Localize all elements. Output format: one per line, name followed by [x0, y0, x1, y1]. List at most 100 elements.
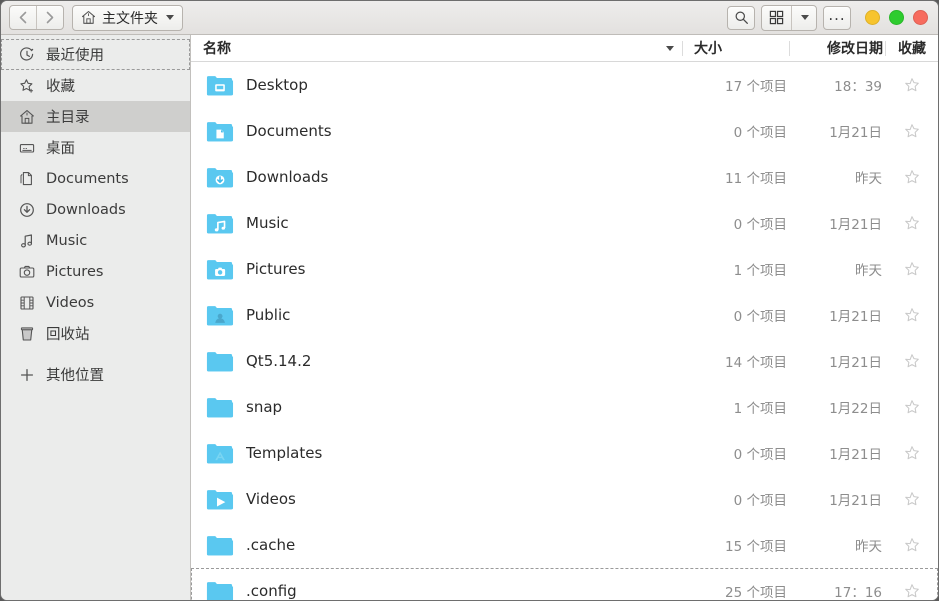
file-starred-cell[interactable]	[886, 77, 938, 93]
home-icon	[81, 10, 96, 24]
sidebar-item-starred[interactable]: 收藏	[1, 70, 190, 101]
grid-view-button[interactable]	[762, 6, 791, 30]
forward-button[interactable]	[36, 6, 63, 29]
file-modified-cell: 17：16	[834, 585, 882, 600]
sidebar-item-label: 桌面	[46, 141, 75, 157]
sidebar-item-label: 最近使用	[46, 48, 104, 64]
star-plus-icon	[18, 77, 35, 94]
sidebar-item-pictures[interactable]: Pictures	[1, 256, 190, 287]
file-starred-cell[interactable]	[886, 353, 938, 369]
folder-plain-icon	[206, 536, 234, 556]
sidebar-item-label: Music	[46, 232, 88, 249]
folder-plain-icon	[206, 398, 234, 418]
star-icon[interactable]	[904, 537, 920, 553]
file-name-cell: Public	[191, 303, 685, 327]
sidebar-item-other-locations[interactable]: 其他位置	[1, 359, 190, 390]
search-button[interactable]	[727, 5, 755, 30]
star-icon[interactable]	[904, 215, 920, 231]
sidebar: 最近使用 收藏 主目录 桌面 Documents Downloads Music…	[1, 35, 191, 600]
close-button[interactable]	[913, 10, 928, 25]
column-header-modified[interactable]: 修改日期	[790, 35, 885, 61]
table-row[interactable]: Videos 0 个项目 1月21日	[191, 476, 938, 522]
sidebar-item-trash[interactable]: 回收站	[1, 318, 190, 349]
sidebar-item-videos[interactable]: Videos	[1, 287, 190, 318]
file-size-cell: 0 个项目	[733, 447, 787, 463]
file-modified-cell: 1月21日	[829, 493, 882, 509]
maximize-button[interactable]	[889, 10, 904, 25]
sidebar-item-documents[interactable]: Documents	[1, 163, 190, 194]
back-button[interactable]	[10, 6, 36, 29]
table-row[interactable]: .cache 15 个项目 昨天	[191, 522, 938, 568]
view-options-dropdown-button[interactable]	[791, 5, 816, 30]
star-icon[interactable]	[904, 399, 920, 415]
file-size-cell: 14 个项目	[725, 355, 787, 371]
file-name-label: Documents	[246, 122, 332, 140]
file-starred-cell[interactable]	[886, 491, 938, 507]
folder-public-icon	[206, 306, 234, 326]
pictures-icon	[18, 263, 35, 280]
star-icon[interactable]	[904, 491, 920, 507]
file-starred-cell[interactable]	[886, 261, 938, 277]
sidebar-item-downloads[interactable]: Downloads	[1, 194, 190, 225]
folder-videos-icon	[206, 490, 234, 510]
column-header-starred[interactable]: 收藏	[886, 35, 938, 61]
table-row[interactable]: Downloads 11 个项目 昨天	[191, 154, 938, 200]
file-size-cell: 0 个项目	[733, 125, 787, 141]
table-row[interactable]: snap 1 个项目 1月22日	[191, 384, 938, 430]
star-icon[interactable]	[904, 307, 920, 323]
chevron-down-icon	[166, 15, 174, 20]
file-modified-cell: 昨天	[855, 263, 882, 279]
folder-downloads-icon	[206, 168, 234, 188]
file-list-view: 名称 大小 修改日期 收藏 Desktop 17 个项目 18：39 Docum…	[191, 35, 938, 600]
table-row[interactable]: Pictures 1 个项目 昨天	[191, 246, 938, 292]
grid-icon	[769, 10, 784, 25]
table-row[interactable]: Desktop 17 个项目 18：39	[191, 62, 938, 108]
minimize-button[interactable]	[865, 10, 880, 25]
file-modified-cell: 1月21日	[829, 447, 882, 463]
star-icon[interactable]	[904, 123, 920, 139]
table-row[interactable]: Public 0 个项目 1月21日	[191, 292, 938, 338]
star-icon[interactable]	[904, 169, 920, 185]
star-icon[interactable]	[904, 261, 920, 277]
header-left-group: 主文件夹	[9, 4, 183, 31]
main-menu-button[interactable]: ...	[823, 5, 851, 30]
table-row[interactable]: Templates 0 个项目 1月21日	[191, 430, 938, 476]
table-row[interactable]: .config 25 个项目 17：16	[191, 568, 938, 600]
file-name-label: Qt5.14.2	[246, 352, 312, 370]
file-starred-cell[interactable]	[886, 215, 938, 231]
star-icon[interactable]	[904, 353, 920, 369]
path-bar-home-button[interactable]: 主文件夹	[72, 4, 183, 31]
star-icon[interactable]	[904, 583, 920, 599]
home-icon	[18, 108, 35, 125]
file-starred-cell[interactable]	[886, 445, 938, 461]
file-starred-cell[interactable]	[886, 169, 938, 185]
sidebar-item-home[interactable]: 主目录	[1, 101, 190, 132]
file-starred-cell[interactable]	[886, 307, 938, 323]
table-row[interactable]: Documents 0 个项目 1月21日	[191, 108, 938, 154]
file-modified-cell: 18：39	[834, 79, 882, 95]
file-starred-cell[interactable]	[886, 537, 938, 553]
star-icon[interactable]	[904, 445, 920, 461]
file-starred-cell[interactable]	[886, 583, 938, 599]
file-starred-cell[interactable]	[886, 399, 938, 415]
sidebar-item-desktop[interactable]: 桌面	[1, 132, 190, 163]
file-size-cell: 17 个项目	[725, 79, 787, 95]
file-name-cell: Qt5.14.2	[191, 349, 685, 373]
table-row[interactable]: Music 0 个项目 1月21日	[191, 200, 938, 246]
chevron-right-icon	[46, 11, 54, 24]
column-header-starred-label: 收藏	[898, 41, 926, 57]
vertical-scrollbar[interactable]	[934, 35, 938, 600]
table-row[interactable]: Qt5.14.2 14 个项目 1月21日	[191, 338, 938, 384]
recent-icon	[18, 46, 35, 63]
sidebar-item-label: 回收站	[46, 327, 90, 343]
folder-pictures-icon	[206, 260, 234, 280]
file-rows-container[interactable]: Desktop 17 个项目 18：39 Documents 0 个项目 1月21日 D…	[191, 62, 938, 600]
file-starred-cell[interactable]	[886, 123, 938, 139]
star-icon[interactable]	[904, 77, 920, 93]
sidebar-item-music[interactable]: Music	[1, 225, 190, 256]
sidebar-item-recent[interactable]: 最近使用	[1, 39, 190, 70]
sidebar-item-label: Pictures	[46, 263, 104, 280]
column-header-size[interactable]: 大小	[683, 35, 789, 61]
column-headers: 名称 大小 修改日期 收藏	[191, 35, 938, 62]
column-header-name[interactable]: 名称	[191, 35, 682, 61]
